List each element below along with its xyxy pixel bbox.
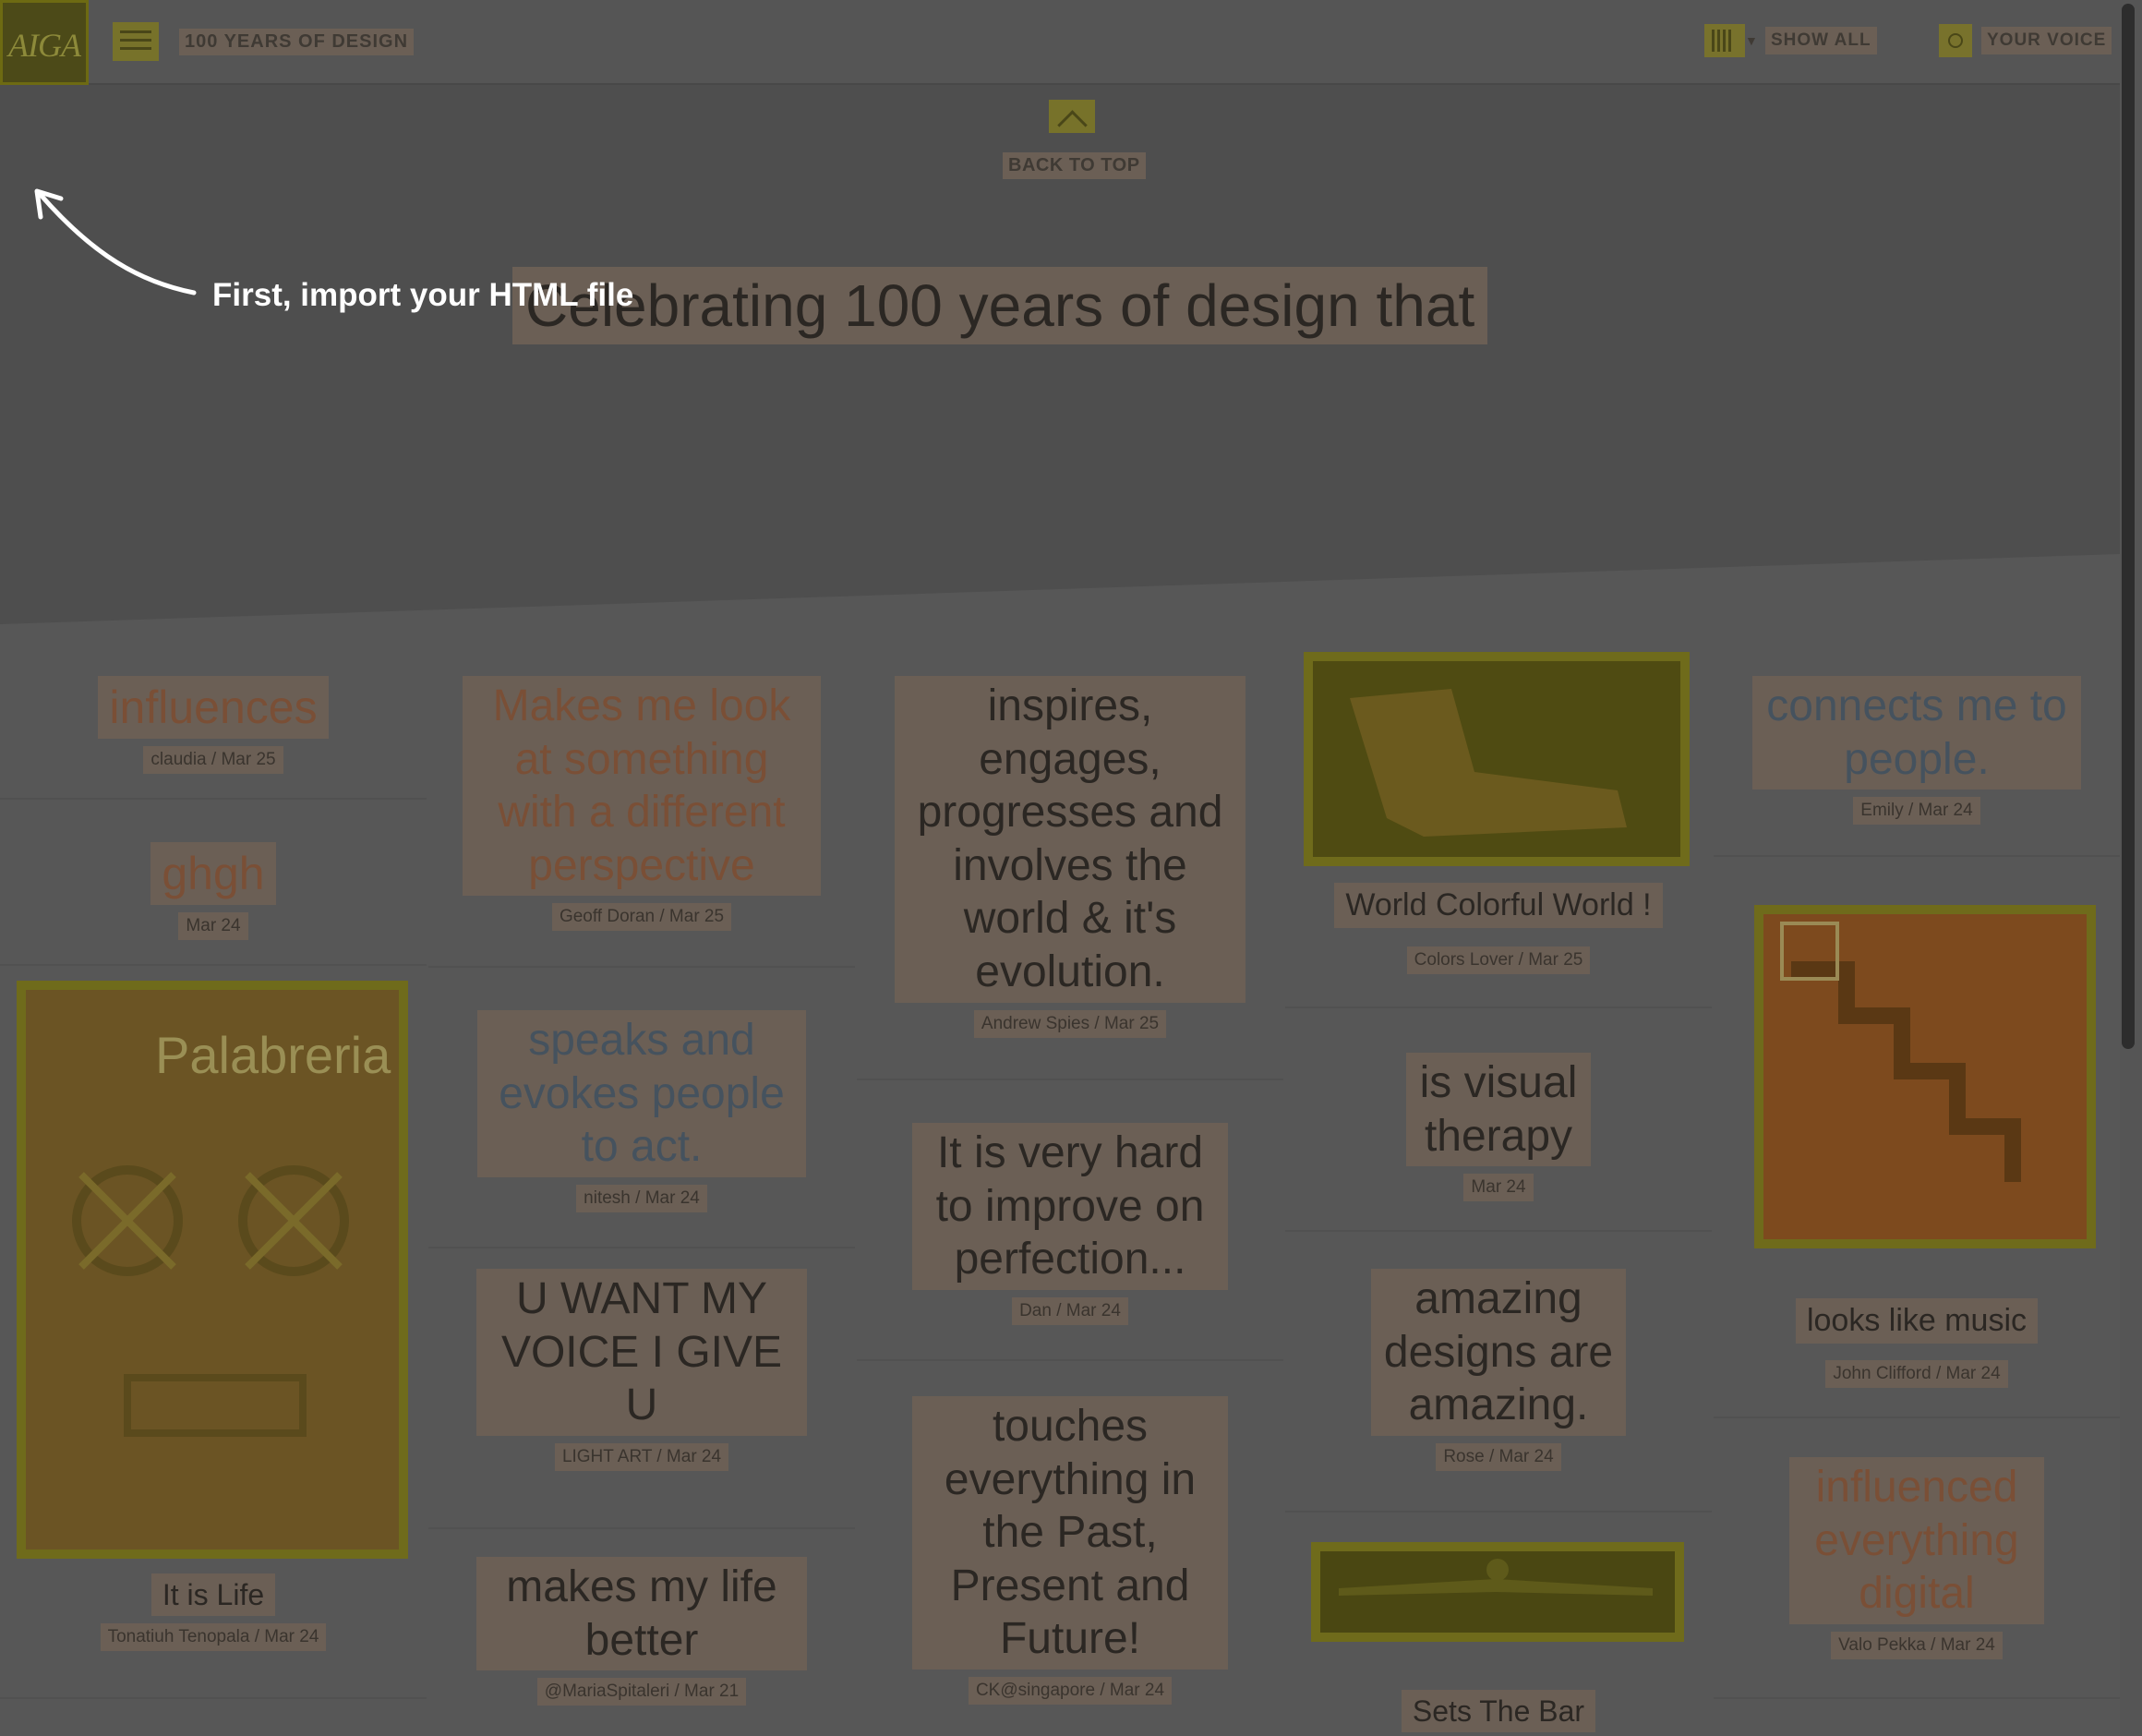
- quote-card[interactable]: Makes me look at something with a differ…: [428, 676, 855, 932]
- cell-divider: [857, 1359, 1283, 1361]
- quote-author[interactable]: Emily / Mar 24: [1853, 797, 1980, 826]
- quote-text: ghgh: [150, 842, 276, 905]
- your-voice-button[interactable]: YOUR VOICE: [1981, 27, 2112, 54]
- athlete-silhouette-icon: [1320, 1551, 1675, 1633]
- quote-card[interactable]: ghgh Mar 24: [0, 842, 427, 940]
- quote-text: It is Life: [150, 1573, 276, 1617]
- dropdown-caret-icon[interactable]: ▼: [1745, 33, 1758, 48]
- quote-text: World Colorful World !: [1334, 883, 1663, 928]
- show-all-button[interactable]: SHOW ALL: [1765, 27, 1877, 54]
- quote-text: influenced everything digital: [1789, 1457, 2044, 1624]
- quote-card[interactable]: connects me to people. Emily / Mar 24: [1714, 676, 2120, 826]
- quote-card[interactable]: speaks and evokes people to act. nitesh …: [428, 1010, 855, 1212]
- quote-card[interactable]: World Colorful World ! Colors Lover / Ma…: [1285, 883, 1712, 974]
- quote-author[interactable]: Andrew Spies / Mar 25: [973, 1009, 1167, 1038]
- quote-card[interactable]: influenced everything digital Valo Pekka…: [1714, 1457, 2120, 1659]
- album-cover-image[interactable]: [1754, 905, 2096, 1248]
- cell-divider: [0, 798, 427, 800]
- quote-card[interactable]: looks like music John Clifford / Mar 24: [1714, 1298, 2120, 1388]
- quote-text: Makes me look at something with a differ…: [463, 676, 821, 897]
- cell-divider: [0, 964, 427, 966]
- cell-divider: [1285, 1230, 1712, 1232]
- onboarding-tooltip: First, import your HTML file: [212, 277, 634, 313]
- aiga-logo[interactable]: AIGA: [0, 0, 89, 85]
- quote-author[interactable]: @MariaSpitaleri / Mar 21: [536, 1678, 747, 1706]
- quote-author[interactable]: John Clifford / Mar 24: [1825, 1359, 2008, 1388]
- boot-photo-image[interactable]: [1304, 652, 1690, 866]
- quote-author[interactable]: Mar 24: [1463, 1174, 1534, 1202]
- svg-text:Palabreria: Palabreria: [155, 1026, 391, 1084]
- quote-card[interactable]: is visual therapy Mar 24: [1285, 1053, 1712, 1202]
- quote-author[interactable]: nitesh / Mar 24: [576, 1184, 707, 1212]
- quote-text: looks like music: [1795, 1298, 2039, 1344]
- cell-divider: [857, 1079, 1283, 1080]
- quote-author[interactable]: Colors Lover / Mar 25: [1406, 946, 1591, 974]
- athlete-photo-image[interactable]: [1311, 1542, 1684, 1642]
- quote-card[interactable]: influences claudia / Mar 25: [0, 676, 427, 774]
- quote-author[interactable]: Dan / Mar 24: [1012, 1296, 1128, 1325]
- cell-divider: [428, 966, 855, 968]
- quote-card[interactable]: Sets The Bar: [1285, 1690, 1712, 1733]
- back-to-top-arrow-icon[interactable]: [1049, 100, 1095, 133]
- hero-headline: Celebrating 100 years of design that: [512, 267, 1488, 344]
- quote-text: touches everything in the Past, Present …: [912, 1396, 1228, 1670]
- cell-divider: [428, 1527, 855, 1529]
- quote-author[interactable]: CK@singapore / Mar 24: [968, 1676, 1173, 1705]
- quote-author[interactable]: Rose / Mar 24: [1436, 1442, 1561, 1471]
- hamburger-menu-icon[interactable]: [113, 22, 159, 61]
- grid-view-icon[interactable]: [1704, 24, 1745, 57]
- quote-text: speaks and evokes people to act.: [477, 1010, 806, 1177]
- quote-text: connects me to people.: [1752, 676, 2081, 790]
- cell-divider: [1285, 1007, 1712, 1008]
- cell-divider: [1714, 1417, 2120, 1418]
- album-art-icon: [1763, 914, 2087, 1239]
- back-to-top-link[interactable]: BACK TO TOP: [1003, 152, 1146, 179]
- scrollbar-thumb[interactable]: [2122, 4, 2135, 1049]
- cell-divider: [1285, 1511, 1712, 1513]
- quote-card[interactable]: inspires, engages, progresses and involv…: [857, 676, 1283, 1038]
- quote-card[interactable]: amazing designs are amazing. Rose / Mar …: [1285, 1269, 1712, 1471]
- skull-illustration-icon: Palabreria: [26, 990, 399, 1549]
- quote-text: U WANT MY VOICE I GIVE U: [476, 1269, 807, 1436]
- quote-card[interactable]: U WANT MY VOICE I GIVE U LIGHT ART / Mar…: [428, 1269, 855, 1471]
- quote-author[interactable]: Mar 24: [178, 912, 248, 940]
- quote-text: makes my life better: [476, 1557, 807, 1671]
- quote-card[interactable]: It is very hard to improve on perfection…: [857, 1123, 1283, 1325]
- quote-card[interactable]: makes my life better @MariaSpitaleri / M…: [428, 1557, 855, 1706]
- cell-divider: [0, 1697, 427, 1699]
- quote-text: inspires, engages, progresses and involv…: [895, 676, 1245, 1003]
- quote-author[interactable]: LIGHT ART / Mar 24: [554, 1442, 729, 1471]
- site-title-link[interactable]: 100 YEARS OF DESIGN: [179, 29, 415, 55]
- add-voice-icon[interactable]: [1939, 24, 1972, 57]
- quote-card[interactable]: It is Life Tonatiuh Tenopala / Mar 24: [0, 1573, 427, 1652]
- cell-divider: [1714, 1697, 2120, 1699]
- quote-text: It is very hard to improve on perfection…: [912, 1123, 1228, 1290]
- tooltip-arrow-icon: [34, 188, 197, 295]
- quote-text: Sets The Bar: [1401, 1690, 1596, 1733]
- cell-divider: [428, 1247, 855, 1248]
- quote-author[interactable]: Geoff Doran / Mar 25: [551, 903, 732, 932]
- quote-author[interactable]: claudia / Mar 25: [143, 746, 283, 774]
- quote-card[interactable]: touches everything in the Past, Present …: [857, 1396, 1283, 1705]
- quote-author[interactable]: Valo Pekka / Mar 24: [1831, 1631, 2003, 1659]
- quote-text: is visual therapy: [1406, 1053, 1591, 1167]
- cell-divider: [1714, 855, 2120, 857]
- quote-text: amazing designs are amazing.: [1371, 1269, 1626, 1436]
- quote-author[interactable]: Tonatiuh Tenopala / Mar 24: [100, 1623, 327, 1652]
- palabreria-poster-image[interactable]: Palabreria: [17, 981, 408, 1559]
- quote-text: influences: [98, 676, 329, 739]
- boot-icon: [1313, 661, 1680, 857]
